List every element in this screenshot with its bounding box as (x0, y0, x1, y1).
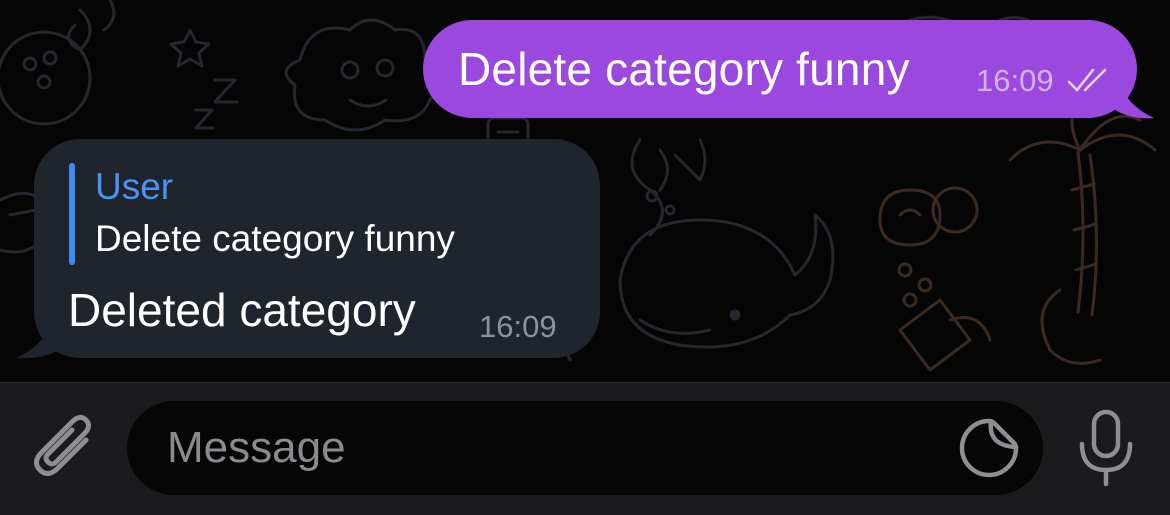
reply-sender-name[interactable]: User (95, 166, 173, 208)
paperclip-icon[interactable] (28, 410, 100, 486)
reply-quoted-text[interactable]: Delete category funny (95, 218, 455, 260)
outgoing-message-time: 16:09 (976, 63, 1054, 98)
incoming-message-time: 16:09 (479, 309, 557, 344)
chat-screen: Delete category funny 16:09 User Delete … (0, 0, 1170, 515)
outgoing-message-text: Delete category funny (458, 43, 910, 95)
outgoing-bubble-tail (1110, 84, 1154, 119)
sticker-icon[interactable] (958, 417, 1020, 479)
microphone-icon[interactable] (1074, 408, 1138, 488)
double-check-icon (1067, 68, 1107, 92)
reply-accent-bar (69, 163, 75, 265)
message-input[interactable] (167, 420, 927, 476)
incoming-message-text: Deleted category (68, 284, 416, 336)
